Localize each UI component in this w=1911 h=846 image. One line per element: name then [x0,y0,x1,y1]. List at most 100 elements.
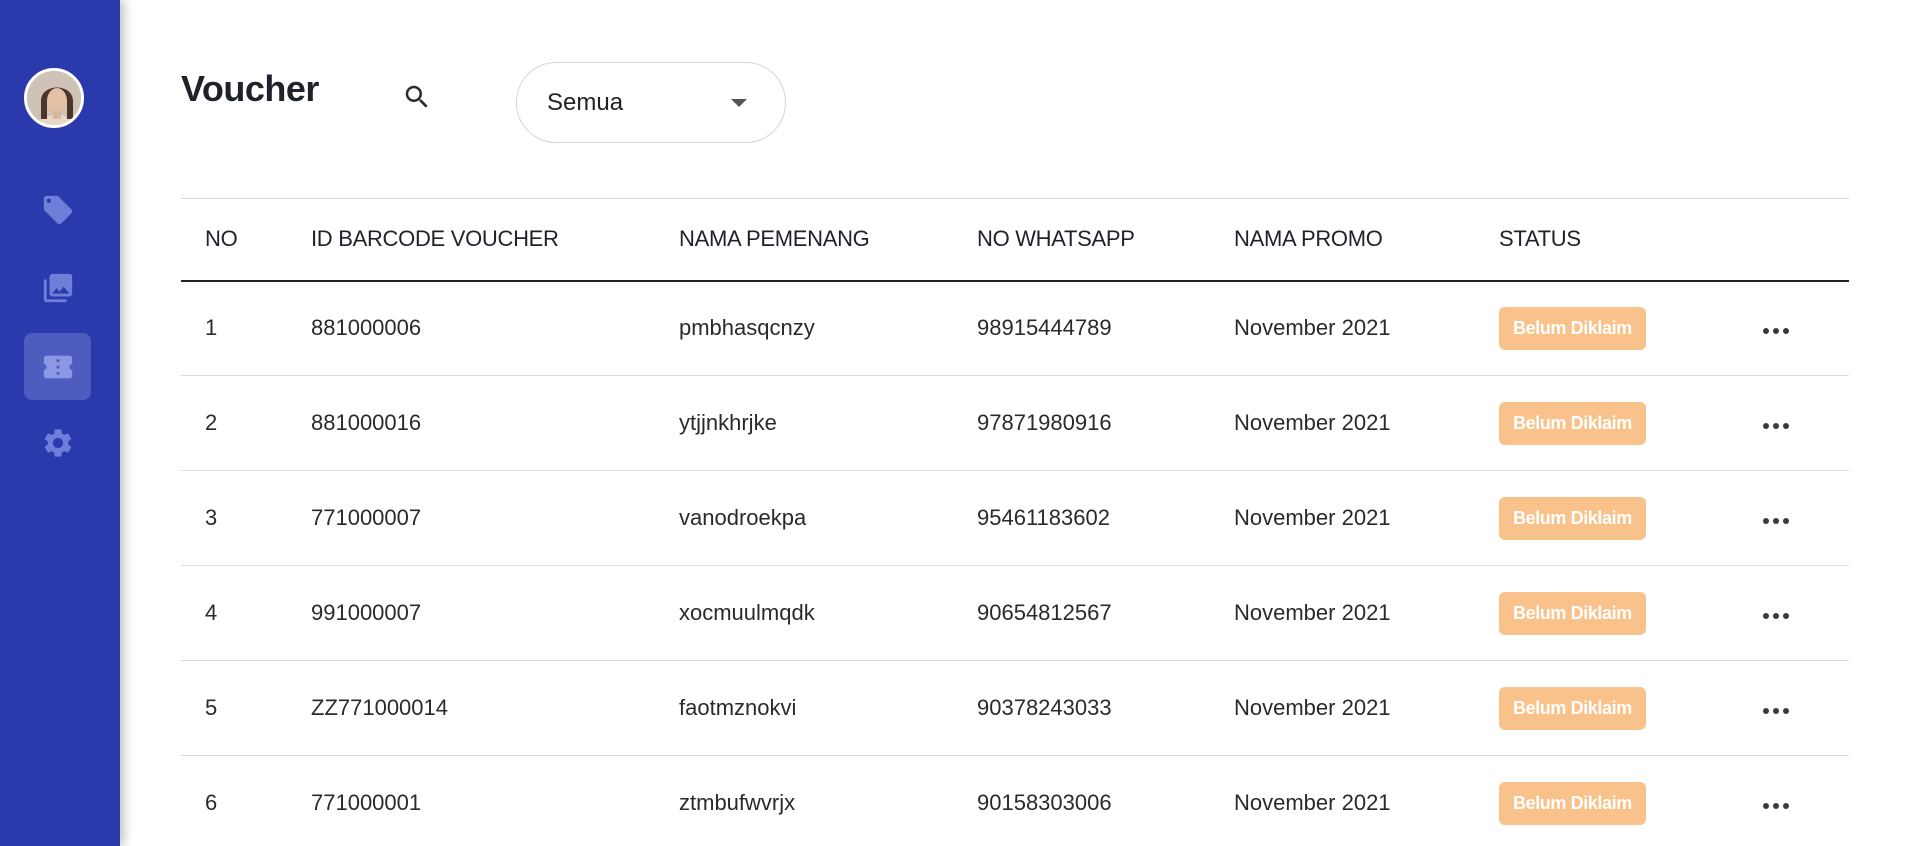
cell-no: 1 [181,280,287,376]
table-row: 4 991000007 xocmuulmqdk 90654812567 Nove… [181,565,1849,661]
cell-id-barcode: ZZ771000014 [287,660,655,756]
cell-no-whatsapp: 90158303006 [953,755,1210,846]
search-icon [405,85,428,108]
more-dot-icon [1783,423,1789,429]
column-header-status: STATUS [1475,198,1735,282]
cell-actions [1735,660,1849,756]
more-dot-icon [1763,423,1769,429]
voucher-table: NO ID BARCODE VOUCHER NAMA PEMENANG NO W… [181,198,1849,846]
sidebar [0,0,120,846]
column-header-no: NO [181,198,287,282]
table-row: 3 771000007 vanodroekpa 95461183602 Nove… [181,470,1849,566]
cell-no: 5 [181,660,287,756]
more-options-button[interactable] [1759,605,1789,627]
cell-id-barcode: 771000001 [287,755,655,846]
sidebar-item-tags[interactable] [24,176,91,243]
status-filter-select[interactable]: Semua [516,62,786,143]
cell-nama-pemenang: faotmznokvi [655,660,953,756]
cell-actions [1735,565,1849,661]
more-options-button[interactable] [1759,795,1789,817]
cell-nama-pemenang: xocmuulmqdk [655,565,953,661]
cell-nama-pemenang: pmbhasqcnzy [655,280,953,376]
cell-actions [1735,470,1849,566]
ticket-icon [43,355,72,378]
cell-no-whatsapp: 90654812567 [953,565,1210,661]
column-header-no-whatsapp: NO WHATSAPP [953,198,1210,282]
cell-id-barcode: 771000007 [287,470,655,566]
cell-nama-promo: November 2021 [1210,280,1475,376]
cell-no: 6 [181,755,287,846]
more-dot-icon [1763,708,1769,714]
column-header-nama-pemenang: NAMA PEMENANG [655,198,953,282]
cell-actions [1735,375,1849,471]
more-dot-icon [1783,708,1789,714]
more-dot-icon [1783,803,1789,809]
sidebar-item-voucher[interactable] [24,333,91,400]
more-dot-icon [1773,328,1779,335]
cell-no-whatsapp: 90378243033 [953,660,1210,756]
more-dot-icon [1783,613,1789,619]
cell-status: Belum Diklaim [1475,375,1735,471]
cell-nama-promo: November 2021 [1210,660,1475,756]
more-options-button[interactable] [1759,510,1789,532]
column-header-actions [1735,198,1849,282]
status-filter-value: Semua [547,88,624,116]
cell-status: Belum Diklaim [1475,565,1735,661]
status-badge: Belum Diklaim [1499,686,1646,730]
more-dot-icon [1773,423,1779,429]
more-dot-icon [1773,518,1779,524]
cell-no-whatsapp: 95461183602 [953,470,1210,566]
cell-no-whatsapp: 98915444789 [953,280,1210,376]
cell-id-barcode: 881000016 [287,375,655,471]
more-options-button[interactable] [1759,415,1789,437]
cell-status: Belum Diklaim [1475,470,1735,566]
cell-nama-pemenang: vanodroekpa [655,470,953,566]
cell-nama-promo: November 2021 [1210,565,1475,661]
cell-nama-pemenang: ztmbufwvrjx [655,755,953,846]
search-button[interactable] [400,80,434,114]
cell-id-barcode: 881000006 [287,280,655,376]
cell-no: 3 [181,470,287,566]
sidebar-item-settings[interactable] [24,409,91,476]
cell-nama-promo: November 2021 [1210,755,1475,846]
table-row: 5 ZZ771000014 faotmznokvi 90378243033 No… [181,660,1849,756]
cell-no-whatsapp: 97871980916 [953,375,1210,471]
gear-icon [44,428,71,457]
cell-no: 4 [181,565,287,661]
more-dot-icon [1783,328,1789,335]
page-title: Voucher [181,68,319,109]
avatar-image [27,71,81,125]
tag-icon [43,195,72,224]
cell-nama-pemenang: ytjjnkhrjke [655,375,953,471]
cell-nama-promo: November 2021 [1210,375,1475,471]
more-dot-icon [1773,803,1779,809]
gallery-icon [43,273,72,302]
sidebar-item-gallery[interactable] [24,254,91,321]
more-options-button[interactable] [1759,320,1789,342]
status-badge: Belum Diklaim [1499,401,1646,445]
cell-status: Belum Diklaim [1475,280,1735,376]
table-row: 6 771000001 ztmbufwvrjx 90158303006 Nove… [181,755,1849,846]
cell-status: Belum Diklaim [1475,755,1735,846]
chevron-down-icon [731,98,747,107]
more-dot-icon [1773,613,1779,619]
status-badge: Belum Diklaim [1499,306,1646,350]
more-options-button[interactable] [1759,700,1789,722]
column-header-id-barcode: ID BARCODE VOUCHER [287,198,655,282]
cell-actions [1735,755,1849,846]
avatar[interactable] [24,68,84,128]
status-badge: Belum Diklaim [1499,496,1646,540]
table-header-row: NO ID BARCODE VOUCHER NAMA PEMENANG NO W… [181,198,1849,282]
more-dot-icon [1763,328,1769,335]
status-badge: Belum Diklaim [1499,781,1646,825]
cell-no: 2 [181,375,287,471]
more-dot-icon [1763,803,1769,809]
more-dot-icon [1773,708,1779,714]
more-dot-icon [1763,613,1769,619]
table-row: 1 881000006 pmbhasqcnzy 98915444789 Nove… [181,280,1849,376]
cell-actions [1735,280,1849,376]
status-badge: Belum Diklaim [1499,591,1646,635]
column-header-nama-promo: NAMA PROMO [1210,198,1475,282]
more-dot-icon [1763,518,1769,524]
table-row: 2 881000016 ytjjnkhrjke 97871980916 Nove… [181,375,1849,471]
